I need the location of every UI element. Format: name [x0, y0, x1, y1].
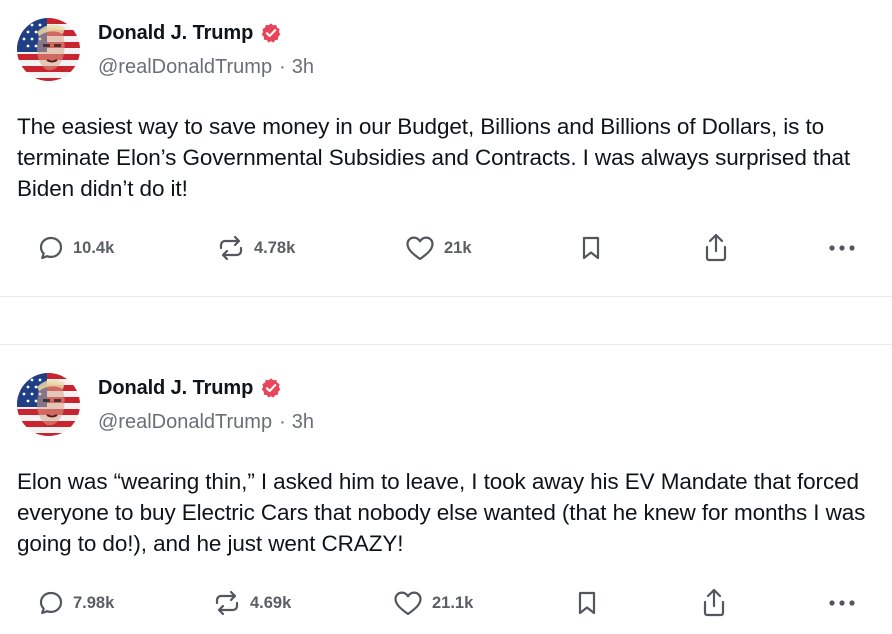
heart-icon	[392, 589, 424, 617]
like-count: 21.1k	[432, 593, 474, 612]
bookmark-button[interactable]	[574, 583, 600, 623]
author-display-name[interactable]: Donald J. Trump	[98, 22, 253, 45]
avatar[interactable]	[17, 18, 80, 81]
more-options-button[interactable]	[828, 228, 858, 268]
bookmark-icon	[578, 234, 604, 262]
avatar-image	[17, 373, 80, 436]
post[interactable]: Donald J. Trump @realDonaldTrump · 3h Th…	[0, 0, 892, 296]
author-name-row: Donald J. Trump	[98, 375, 282, 401]
repost-count: 4.78k	[254, 238, 296, 257]
author-handle[interactable]: @realDonaldTrump	[98, 411, 272, 434]
reply-count: 7.98k	[73, 593, 115, 612]
like-button[interactable]: 21k	[404, 228, 472, 268]
reply-button[interactable]: 10.4k	[37, 228, 114, 268]
avatar-image	[17, 18, 80, 81]
repost-arrows-icon	[216, 234, 246, 262]
feed: Donald J. Trump @realDonaldTrump · 3h Th…	[0, 0, 892, 634]
separator-dot: ·	[279, 56, 286, 78]
author-handle-row: @realDonaldTrump · 3h	[98, 411, 314, 434]
share-button[interactable]	[700, 583, 728, 623]
heart-icon	[404, 234, 436, 262]
speech-bubble-icon	[37, 589, 65, 617]
verified-badge-icon	[260, 377, 282, 399]
more-options-button[interactable]	[828, 583, 858, 623]
author-handle[interactable]: @realDonaldTrump	[98, 56, 272, 79]
author-handle-row: @realDonaldTrump · 3h	[98, 56, 314, 79]
post-actions: 10.4k 4.78k 21k	[0, 228, 892, 268]
repost-button[interactable]: 4.69k	[212, 583, 291, 623]
like-count: 21k	[444, 238, 472, 257]
speech-bubble-icon	[37, 234, 65, 262]
post-text: Elon was “wearing thin,” I asked him to …	[17, 469, 866, 556]
author-name-row: Donald J. Trump	[98, 20, 282, 46]
post[interactable]: Donald J. Trump @realDonaldTrump · 3h El…	[0, 345, 892, 634]
share-upload-icon	[702, 232, 730, 264]
post-text: The easiest way to save money in our Bud…	[17, 114, 851, 201]
post-actions: 7.98k 4.69k 21.1k	[0, 583, 892, 623]
repost-count: 4.69k	[250, 593, 292, 612]
author-display-name[interactable]: Donald J. Trump	[98, 377, 253, 400]
bookmark-button[interactable]	[578, 228, 604, 268]
ellipsis-icon	[828, 599, 858, 607]
separator-dot: ·	[279, 411, 286, 433]
repost-arrows-icon	[212, 589, 242, 617]
reply-button[interactable]: 7.98k	[37, 583, 114, 623]
avatar[interactable]	[17, 373, 80, 436]
post-timestamp[interactable]: 3h	[292, 56, 314, 79]
repost-button[interactable]: 4.78k	[216, 228, 295, 268]
ellipsis-icon	[828, 244, 858, 252]
reply-count: 10.4k	[73, 238, 115, 257]
bookmark-icon	[574, 589, 600, 617]
divider	[0, 296, 892, 297]
share-button[interactable]	[702, 228, 730, 268]
post-timestamp[interactable]: 3h	[292, 411, 314, 434]
share-upload-icon	[700, 587, 728, 619]
like-button[interactable]: 21.1k	[392, 583, 473, 623]
verified-badge-icon	[260, 22, 282, 44]
